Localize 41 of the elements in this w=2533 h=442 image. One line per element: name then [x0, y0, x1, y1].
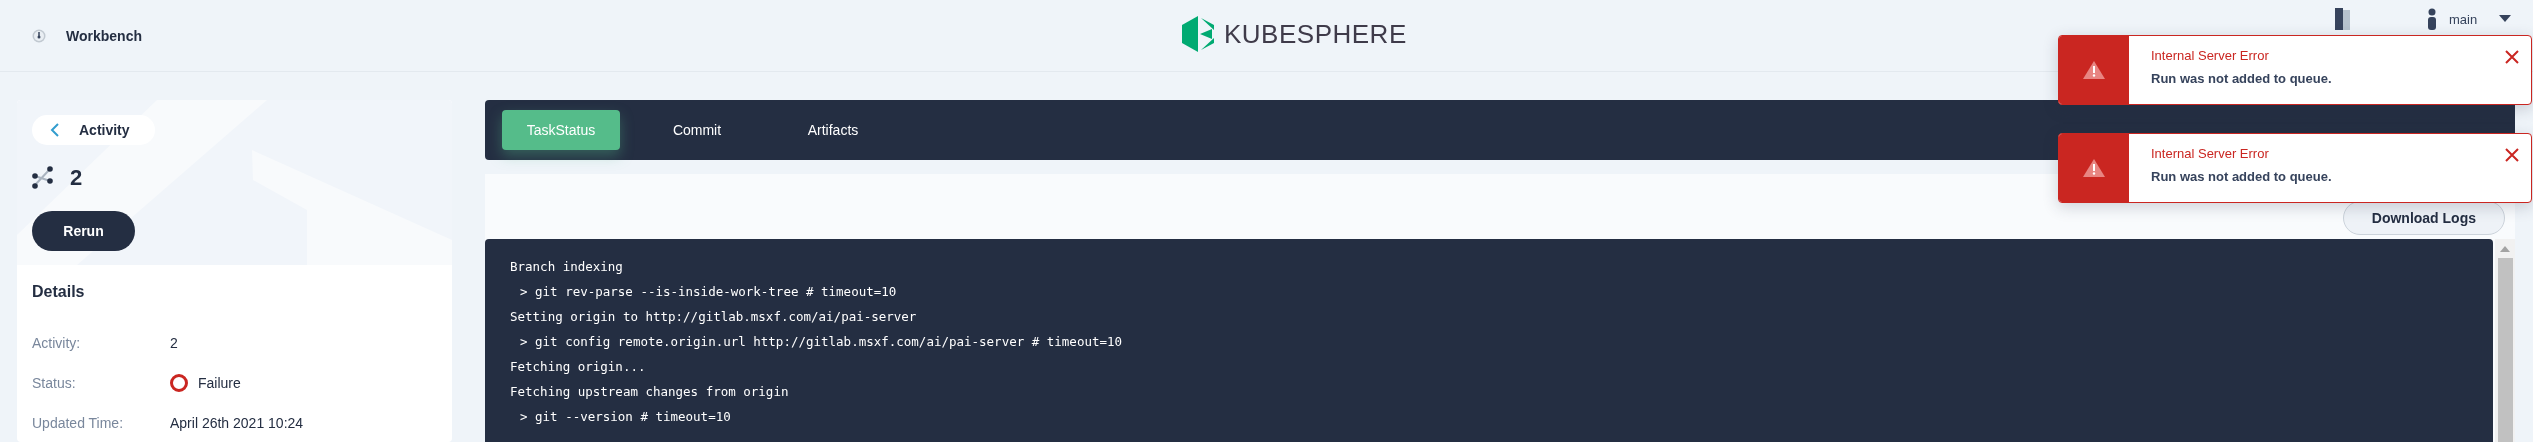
book-icon[interactable]	[2335, 8, 2351, 30]
close-icon[interactable]	[2505, 148, 2519, 162]
user-icon[interactable]	[2427, 8, 2437, 30]
log-line: Setting origin to http://gitlab.msxf.com/ai/pai-server	[510, 308, 918, 326]
pipeline-icon	[32, 166, 54, 190]
logo-icon	[1182, 16, 1214, 52]
notification-title: Internal Server Error	[2151, 48, 2270, 63]
workbench-link[interactable]: Workbench	[66, 27, 142, 44]
user-name[interactable]: main	[2449, 11, 2478, 27]
failure-status-icon	[170, 374, 188, 392]
run-number: 2	[70, 165, 83, 191]
log-line: > git rev-parse --is-inside-work-tree # timeout=10	[519, 283, 898, 301]
close-icon[interactable]	[2505, 50, 2519, 64]
scrollbar-thumb[interactable]	[2497, 258, 2513, 442]
dashboard-icon[interactable]	[32, 28, 46, 43]
notification-message: Run was not added to queue.	[2151, 169, 2333, 184]
log-line: > git --version # timeout=10	[519, 408, 732, 426]
detail-label: Updated Time:	[32, 415, 125, 431]
log-line: > git config remote.origin.url http://gitlab.msxf.com/ai/pai-server # timeout=10	[519, 333, 1124, 351]
log-line: Branch indexing	[510, 258, 624, 276]
warning-icon	[2083, 61, 2105, 79]
log-line: Fetching origin...	[510, 358, 647, 376]
log-line: Fetching upstream changes from origin	[510, 383, 790, 401]
warning-icon	[2083, 159, 2105, 177]
back-button[interactable]: Activity	[32, 115, 155, 145]
chevron-left-icon	[50, 123, 59, 137]
notification-message: Run was not added to queue.	[2151, 71, 2333, 86]
detail-value: April 26th 2021 10:24	[170, 415, 304, 431]
detail-label: Activity:	[32, 335, 82, 351]
notification-title: Internal Server Error	[2151, 146, 2270, 161]
detail-value: Failure	[198, 375, 241, 391]
caret-icon[interactable]	[2499, 15, 2512, 23]
rerun-button[interactable]: Rerun	[32, 211, 135, 251]
detail-label: Status:	[32, 375, 77, 391]
scrollbar[interactable]	[2495, 239, 2515, 442]
logo-text: KUBESPHERE	[1224, 18, 1407, 50]
download-logs-button[interactable]: Download Logs	[2342, 201, 2505, 235]
detail-value: 2	[170, 335, 178, 351]
details-title: Details	[32, 283, 86, 301]
tab[interactable]: Artifacts	[774, 110, 892, 150]
tab[interactable]: Commit	[638, 110, 756, 150]
